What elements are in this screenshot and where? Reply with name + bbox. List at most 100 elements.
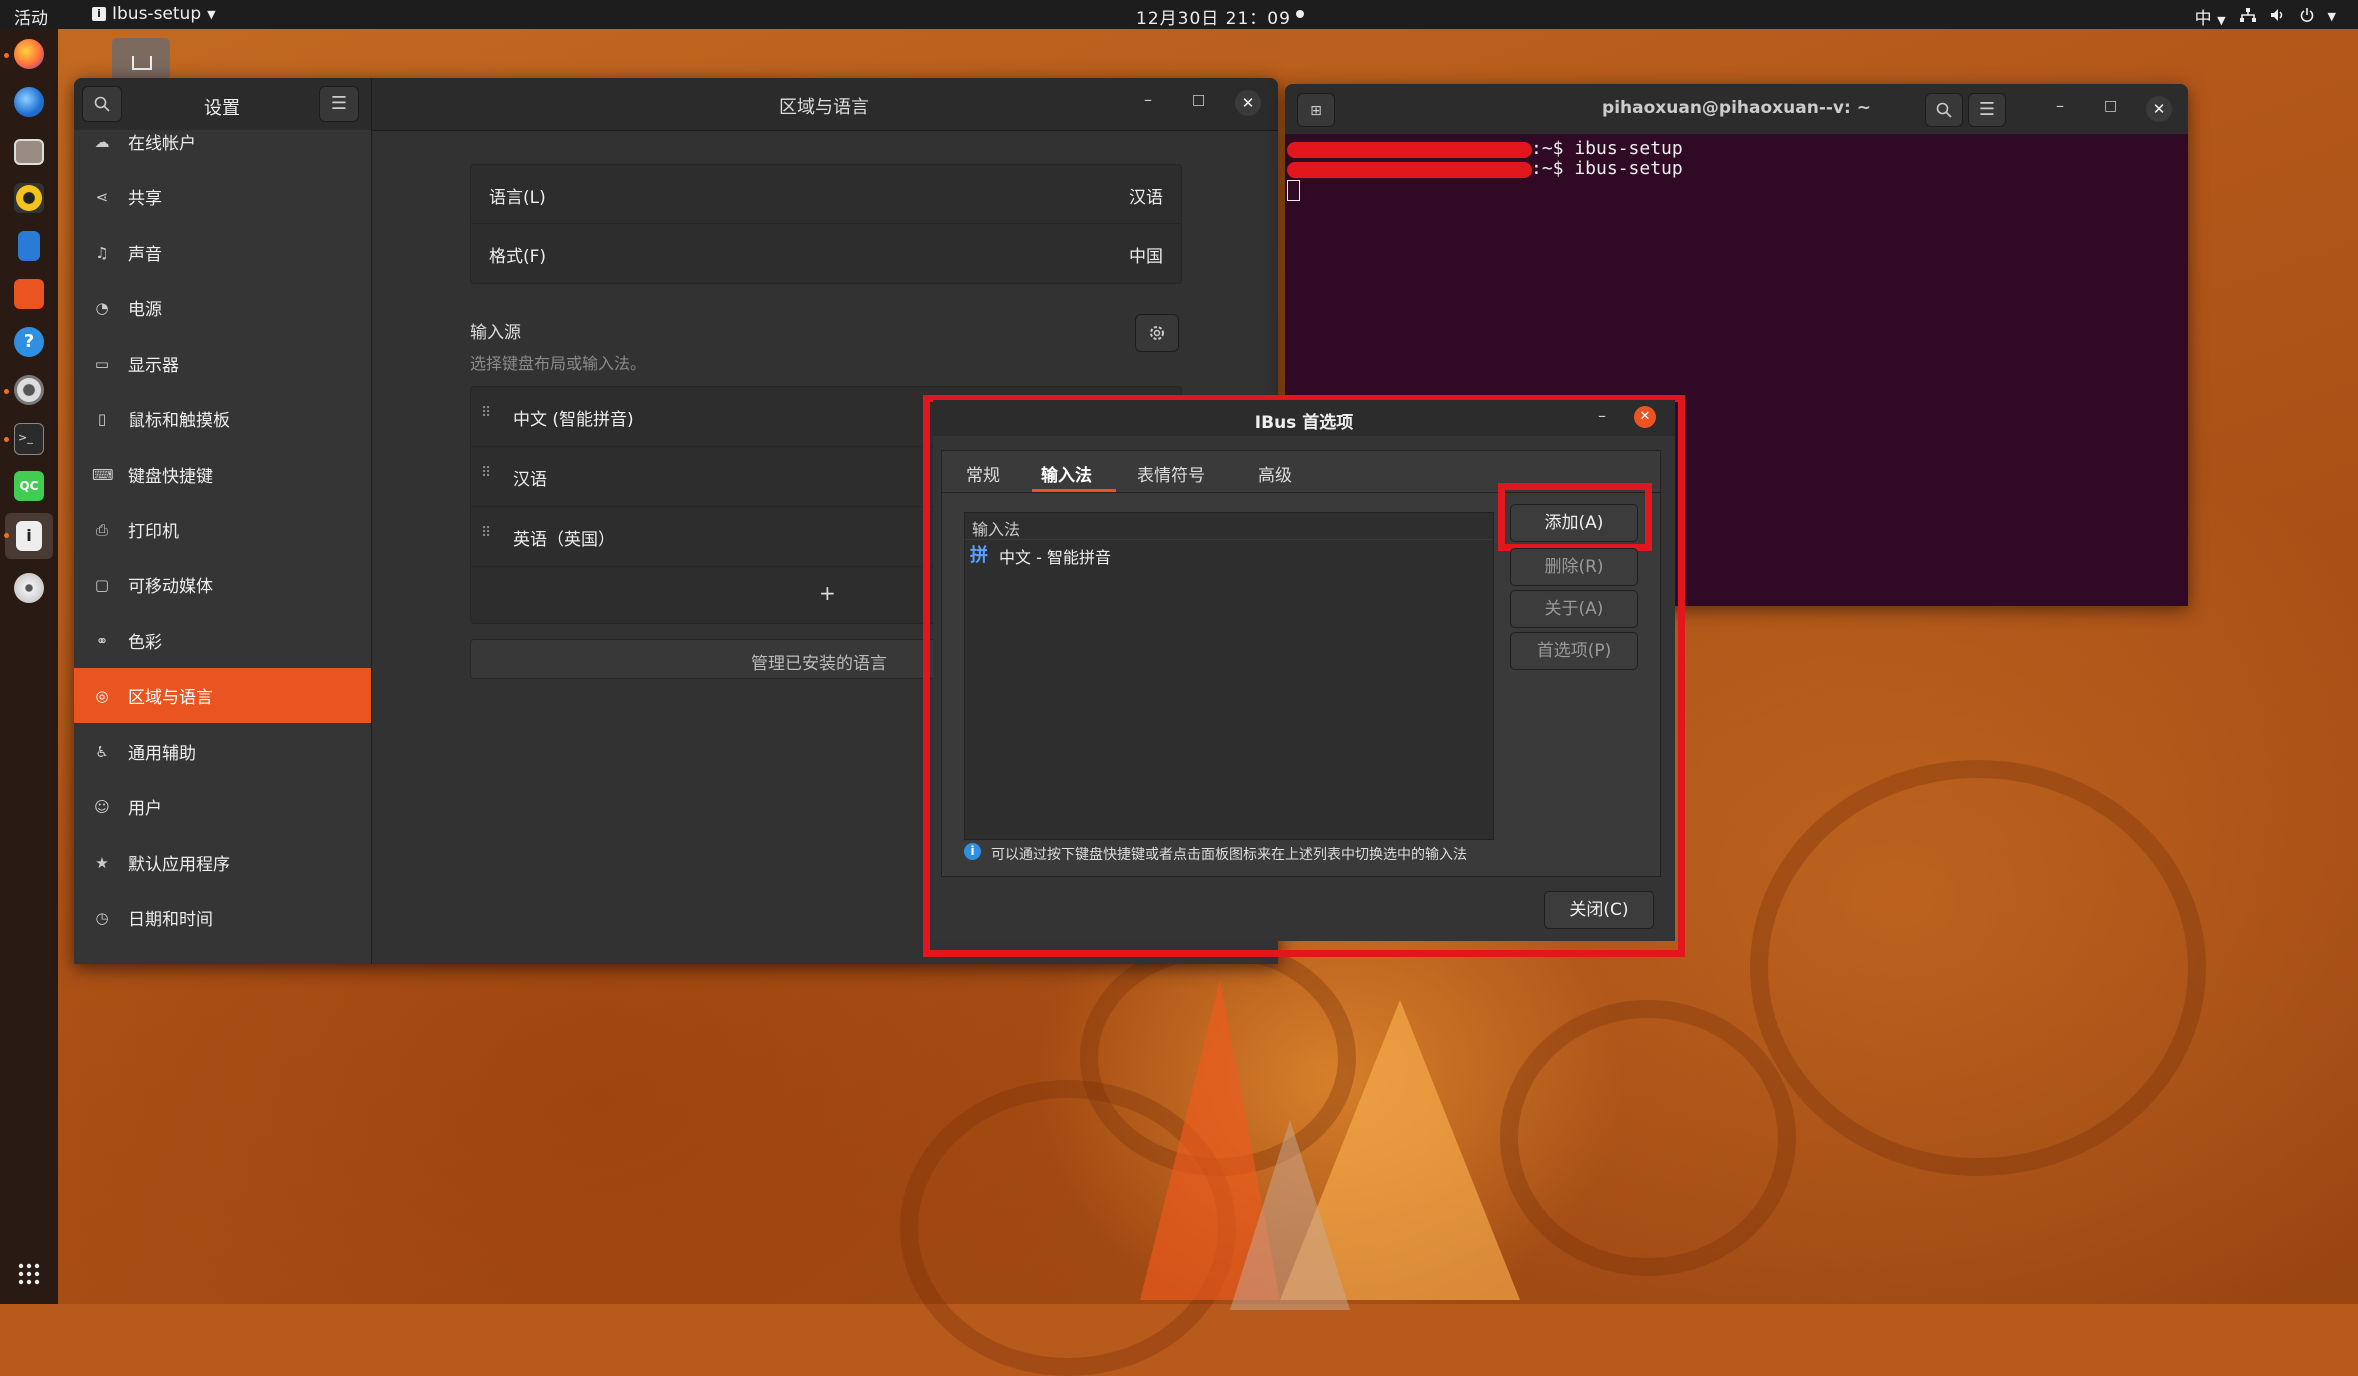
sidebar-item-sound[interactable]: ♫ 声音 <box>74 225 371 280</box>
activities-button[interactable]: 活动 <box>14 4 48 29</box>
terminal-line: :~$ ibus-setup <box>1531 158 1683 179</box>
system-tray[interactable]: 中 ▼ ▼ <box>2195 4 2336 29</box>
language-format-card: 语言(L) 汉语 格式(F) 中国 <box>470 164 1182 284</box>
preferences-button[interactable]: 首选项(P) <box>1510 632 1638 670</box>
sidebar-item-label: 键盘快捷键 <box>128 467 213 487</box>
wallpaper-swirl <box>1500 1000 1796 1276</box>
ibus-title-bar: IBus 首选项 – ✕ <box>933 400 1675 436</box>
tab-advanced[interactable]: 高级 <box>1258 461 1292 486</box>
rhythmbox-icon[interactable] <box>14 183 44 213</box>
sidebar-item-label: 可移动媒体 <box>128 577 213 597</box>
tab-general[interactable]: 常规 <box>966 461 1000 486</box>
close-button[interactable]: ✕ <box>2146 96 2172 122</box>
sidebar-item-keyboard-shortcuts[interactable]: ⌨ 键盘快捷键 <box>74 447 371 502</box>
sidebar-item-mouse[interactable]: ▯ 鼠标和触摸板 <box>74 391 371 446</box>
share-icon: ⋖ <box>95 187 109 206</box>
chevron-down-icon: ▼ <box>207 7 216 21</box>
close-dialog-button[interactable]: 关闭(C) <box>1544 891 1654 929</box>
input-method-indicator[interactable]: 中 ▼ <box>2195 4 2226 29</box>
qt-creator-icon[interactable]: QC <box>14 471 44 501</box>
sidebar-item-label: 默认应用程序 <box>128 855 230 875</box>
minimize-button[interactable]: – <box>1598 406 1606 425</box>
dvd-icon[interactable] <box>14 573 44 603</box>
network-icon[interactable] <box>2239 7 2256 27</box>
sidebar-item-printers[interactable]: ⎙ 打印机 <box>74 502 371 557</box>
sidebar-item-users[interactable]: ☺ 用户 <box>74 779 371 834</box>
power-icon[interactable] <box>2300 7 2314 27</box>
list-item[interactable]: 拼 中文 - 智能拼音 <box>965 541 1493 567</box>
input-method-list[interactable]: 输入法 拼 中文 - 智能拼音 <box>964 512 1494 840</box>
add-button[interactable]: 添加(A) <box>1510 504 1638 542</box>
tab-emoji[interactable]: 表情符号 <box>1137 461 1205 486</box>
minimize-button[interactable]: – <box>2056 96 2064 115</box>
info-icon: i <box>964 843 981 860</box>
language-row[interactable]: 语言(L) 汉语 <box>471 165 1181 224</box>
firefox-icon[interactable] <box>14 39 44 69</box>
about-button[interactable]: 关于(A) <box>1510 590 1638 628</box>
globe-icon: ◎ <box>95 686 109 705</box>
list-header-label: 输入法 <box>972 520 1021 539</box>
menu-button[interactable]: ☰ <box>1968 93 2006 127</box>
sidebar-item-color[interactable]: ⚭ 色彩 <box>74 613 371 668</box>
drag-handle-icon[interactable]: ⠿ <box>481 465 491 481</box>
sidebar-item-displays[interactable]: ▭ 显示器 <box>74 336 371 391</box>
sidebar-item-power[interactable]: ◔ 电源 <box>74 280 371 335</box>
sidebar-item-date-time[interactable]: ◷ 日期和时间 <box>74 890 371 945</box>
close-button[interactable]: ✕ <box>1634 406 1656 428</box>
drag-handle-icon[interactable]: ⠿ <box>481 525 491 541</box>
sidebar-item-removable-media[interactable]: ▢ 可移动媒体 <box>74 557 371 612</box>
volume-icon[interactable] <box>2270 7 2286 27</box>
sidebar-item-label: 打印机 <box>128 522 179 542</box>
user-icon: ☺ <box>94 797 110 816</box>
input-sources-hint: 选择键盘布局或输入法。 <box>470 354 647 373</box>
settings-icon[interactable] <box>14 375 44 405</box>
sidebar-item-label: 通用辅助 <box>128 744 196 764</box>
sidebar-item-sharing[interactable]: ⋖ 共享 <box>74 169 371 224</box>
sidebar-item-default-apps[interactable]: ★ 默认应用程序 <box>74 835 371 890</box>
sidebar-item-accessibility[interactable]: ♿ 通用辅助 <box>74 724 371 779</box>
tab-input-method[interactable]: 输入法 <box>1041 461 1092 486</box>
maximize-button[interactable]: □ <box>1192 92 1205 108</box>
ibus-app-icon: i <box>92 7 106 21</box>
running-indicator <box>4 437 9 442</box>
sidebar-item-label: 鼠标和触摸板 <box>128 411 230 431</box>
drag-handle-icon[interactable]: ⠿ <box>481 405 491 421</box>
running-indicator <box>4 533 9 538</box>
files-icon[interactable] <box>14 139 44 165</box>
add-icon: + <box>819 581 836 605</box>
sidebar-item-online-accounts[interactable]: ☁ 在线帐户 <box>74 114 371 169</box>
sidebar-item-label: 共享 <box>128 189 162 209</box>
app-menu-label: Ibus-setup <box>112 4 202 24</box>
thunderbird-icon[interactable] <box>14 87 44 117</box>
ibus-icon[interactable]: i <box>16 521 42 551</box>
redaction-mark <box>1287 162 1532 178</box>
sidebar-item-label: 在线帐户 <box>128 134 196 154</box>
terminal-icon[interactable]: >_ <box>14 423 44 455</box>
maximize-button[interactable]: □ <box>2104 98 2117 114</box>
help-icon[interactable]: ? <box>14 327 44 357</box>
format-row[interactable]: 格式(F) 中国 <box>471 224 1181 282</box>
app-menu[interactable]: i Ibus-setup ▼ <box>92 4 216 24</box>
close-button[interactable]: ✕ <box>1235 90 1261 116</box>
format-label: 格式(F) <box>489 247 547 267</box>
sidebar-item-region-language[interactable]: ◎ 区域与语言 <box>74 668 371 723</box>
home-folder-icon[interactable] <box>112 38 170 78</box>
input-source-label: 中文 (智能拼音) <box>513 410 634 430</box>
minimize-button[interactable]: – <box>1144 90 1152 109</box>
input-options-button[interactable] <box>1135 314 1179 352</box>
show-applications-icon[interactable] <box>18 1263 40 1285</box>
ibus-preferences-dialog: IBus 首选项 – ✕ 常规 输入法 表情符号 高级 输入法 拼 中文 - 智… <box>933 400 1675 941</box>
remove-button[interactable]: 删除(R) <box>1510 548 1638 586</box>
sidebar-item-label: 区域与语言 <box>128 688 213 708</box>
sidebar-item-label: 用户 <box>128 799 162 819</box>
gear-icon <box>1150 326 1164 340</box>
software-icon[interactable] <box>14 279 44 309</box>
notification-dot-icon <box>1296 10 1304 18</box>
chevron-down-icon: ▼ <box>2327 10 2336 23</box>
power-icon: ◔ <box>95 298 109 317</box>
wallpaper-flame <box>1230 1120 1350 1310</box>
clock[interactable]: 12月30日 21：09 <box>1136 4 1291 29</box>
printer-icon: ⎙ <box>95 520 108 539</box>
search-button[interactable] <box>1925 93 1963 127</box>
writer-icon[interactable] <box>18 231 40 261</box>
